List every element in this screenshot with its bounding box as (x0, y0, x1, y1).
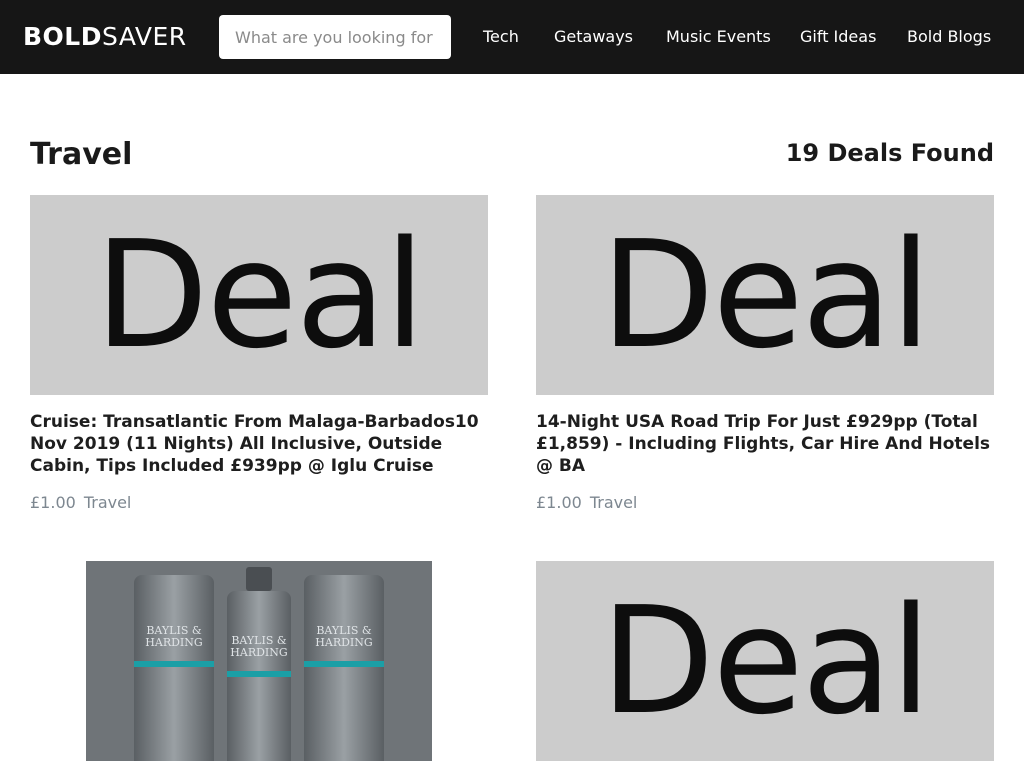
deal-placeholder-image[interactable]: Deal (536, 195, 994, 395)
product-tube-right: BAYLIS & HARDING (304, 575, 384, 761)
product-tube-left: BAYLIS & HARDING (134, 575, 214, 761)
nav-link-bold-blogs[interactable]: Bold Blogs (907, 26, 991, 48)
deal-image-text: Deal (600, 575, 932, 747)
product-band (134, 661, 214, 667)
deal-category[interactable]: Travel (590, 493, 638, 512)
nav-link-music-events[interactable]: Music Events (666, 26, 771, 48)
deal-category[interactable]: Travel (84, 493, 132, 512)
product-brand-text: BAYLIS & HARDING (230, 634, 288, 659)
deal-price: £1.00 (536, 493, 582, 512)
logo-bold-text: BOLD (23, 22, 102, 51)
product-bottle-center: BAYLIS & HARDING (227, 591, 291, 761)
deals-found-count: 19 Deals Found (785, 139, 994, 167)
page-title: Travel (30, 137, 133, 172)
product-gift-set-image[interactable]: BAYLIS & HARDING BAYLIS & HARDING BAYLIS… (86, 561, 432, 761)
nav-link-gift-ideas[interactable]: Gift Ideas (800, 26, 876, 48)
logo-light-text: SAVER (102, 22, 187, 51)
deal-image-text: Deal (94, 209, 426, 381)
product-band (304, 661, 384, 667)
deal-image-text: Deal (600, 209, 932, 381)
deal-meta: £1.00 Travel (30, 493, 139, 513)
top-navigation-bar: BOLDSAVER Tech Getaways Music Events Gif… (0, 0, 1024, 74)
deal-price: £1.00 (30, 493, 76, 512)
product-cap (246, 567, 272, 591)
boldsaver-logo[interactable]: BOLDSAVER (23, 20, 187, 54)
deal-title-link[interactable]: 14-Night USA Road Trip For Just £929pp (… (536, 411, 994, 477)
product-brand-text: BAYLIS & HARDING (145, 624, 203, 649)
nav-link-tech[interactable]: Tech (483, 26, 519, 48)
deal-placeholder-image[interactable]: Deal (30, 195, 488, 395)
nav-link-getaways[interactable]: Getaways (554, 26, 633, 48)
product-brand-text: BAYLIS & HARDING (315, 624, 373, 649)
product-band (227, 671, 291, 677)
search-input[interactable] (219, 15, 451, 59)
deal-title-link[interactable]: Cruise: Transatlantic From Malaga-Barbad… (30, 411, 488, 477)
deal-meta: £1.00 Travel (536, 493, 645, 513)
deal-placeholder-image[interactable]: Deal (536, 561, 994, 761)
